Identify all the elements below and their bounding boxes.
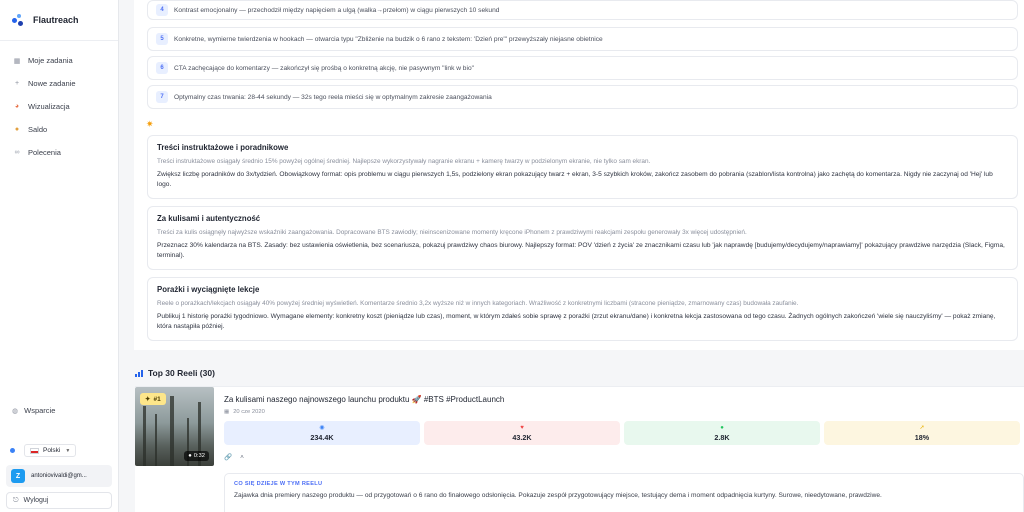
sidebar-item-label: Saldo <box>28 125 48 134</box>
engagement-stat: ➚ 18% <box>824 421 1020 445</box>
insight-number: 5 <box>156 33 168 45</box>
sidebar-item-referrals[interactable]: ∞ Polecenia <box>0 141 118 164</box>
sidebar-item-visualization[interactable]: ◕ Wizualizacja <box>0 95 118 118</box>
engagement-icon: ➚ <box>919 425 925 431</box>
app-name: Flautreach <box>33 15 79 25</box>
likes-value: 43.2K <box>512 432 532 442</box>
analysis-label: CO SIĘ DZIEJE W TYM REELU <box>234 481 323 487</box>
reel-date-label: 20 cze 2020 <box>233 409 265 415</box>
user-card[interactable]: Z antoniovivaldi@gm... <box>6 465 112 487</box>
sidebar-item-label: Nowe zadanie <box>28 79 76 88</box>
category-card: Treści instruktażowe i poradnikowe Treśc… <box>147 135 1018 199</box>
reel-analysis: CO SIĘ DZIEJE W TYM REELU Zajawka dnia p… <box>224 473 1024 512</box>
reel-title: Za kulisami naszego najnowszego launchu … <box>224 395 505 404</box>
visualization-icon: ◕ <box>14 103 20 110</box>
insight-text: Konkretne, wymierne twierdzenia w hookac… <box>174 35 603 43</box>
reel-actions: 🔗 ˄ <box>224 453 252 462</box>
link-icon: ∞ <box>14 149 20 156</box>
support-label: Wsparcie <box>24 406 56 415</box>
duration-label: 0:32 <box>193 453 205 459</box>
sidebar-item-tasks[interactable]: ▦ Moje zadania <box>0 49 118 72</box>
category-description: Treści instruktażowe osiągały średnio 15… <box>157 158 651 165</box>
insight-number: 4 <box>156 4 168 16</box>
top-reels-title: Top 30 Reeli (30) <box>148 368 215 378</box>
insight-text: CTA zachęcające do komentarzy — zakończy… <box>174 64 474 72</box>
category-description: Reele o porażkach/lekcjach osiągały 40% … <box>157 300 799 307</box>
avatar: Z <box>11 469 25 483</box>
sidebar-item-label: Moje zadania <box>28 56 73 65</box>
sidebar-item-balance[interactable]: ● Saldo <box>0 118 118 141</box>
likes-stat: ♥ 43.2K <box>424 421 620 445</box>
logo-icon <box>12 14 24 26</box>
insight-text: Optymalny czas trwania: 28-44 sekundy — … <box>174 93 492 101</box>
category-recommendation: Zwiększ liczbę poradników do 3x/tydzień.… <box>157 171 993 188</box>
insight-item: 5 Konkretne, wymierne twierdzenia w hook… <box>147 27 1018 51</box>
views-value: 234.4K <box>310 433 334 442</box>
play-icon: ● <box>188 453 192 459</box>
category-recommendation: Przeznacz 30% kalendarza na BTS. Zasady:… <box>157 242 1005 259</box>
insight-number: 7 <box>156 91 168 103</box>
sidebar: Flautreach ▦ Moje zadania + Nowe zadanie… <box>0 0 119 512</box>
language-row: Polski ▼ <box>10 444 77 457</box>
sidebar-item-new-task[interactable]: + Nowe zadanie <box>0 72 118 95</box>
rank-badge: ✦ #1 <box>140 393 166 405</box>
category-recommendation: Publikuj 1 historię porażki tygodniowo. … <box>157 313 996 330</box>
reel-thumbnail[interactable]: ✦ #1 ● 0:32 <box>135 387 214 466</box>
home-icon: ▦ <box>13 57 21 65</box>
chat-bubble-icon: ◍ <box>12 407 19 415</box>
sidebar-item-label: Polecenia <box>28 148 61 157</box>
insight-item: 4 Kontrast emocjonalny — przechodził mię… <box>147 0 1018 20</box>
analysis-text: Zajawka dnia premiery naszego produktu —… <box>234 492 882 499</box>
heart-icon: ♥ <box>520 424 524 431</box>
language-select[interactable]: Polski ▼ <box>24 444 77 457</box>
insight-item: 7 Optymalny czas trwania: 28-44 sekundy … <box>147 85 1018 109</box>
insight-item: 6 CTA zachęcające do komentarzy — zakońc… <box>147 56 1018 80</box>
chevron-down-icon: ▼ <box>65 447 71 454</box>
rank-label: #1 <box>153 395 161 403</box>
user-email: antoniovivaldi@gm... <box>31 473 87 479</box>
language-label: Polski <box>43 447 61 454</box>
category-title: Treści instruktażowe i poradnikowe <box>157 143 289 152</box>
sidebar-item-label: Wizualizacja <box>28 102 70 111</box>
category-title: Porażki i wyciągnięte lekcje <box>157 285 260 294</box>
logout-icon: ⎋ <box>13 496 19 504</box>
sparkle-icon: ✷ <box>146 119 154 129</box>
sidebar-divider <box>0 40 118 41</box>
link-icon[interactable]: 🔗 <box>224 453 232 461</box>
comment-icon: ● <box>720 424 724 431</box>
reel-date: ▦ 20 cze 2020 <box>224 409 265 415</box>
eye-icon: ◉ <box>319 425 325 431</box>
views-stat: ◉ 234.4K <box>224 421 420 445</box>
top-reels-heading: Top 30 Reeli (30) <box>135 368 215 378</box>
poland-flag-icon <box>30 447 39 454</box>
engagement-value: 18% <box>914 433 930 442</box>
calendar-icon: ▦ <box>224 409 230 415</box>
category-description: Treści za kulis osiągnęły najwyższe wska… <box>157 229 747 236</box>
insight-text: Kontrast emocjonalny — przechodził międz… <box>174 6 500 14</box>
support-link[interactable]: ◍ Wsparcie <box>12 406 55 415</box>
comments-value: 2.8K <box>714 432 730 442</box>
logout-button[interactable]: ⎋ Wyloguj <box>6 492 112 509</box>
wallet-icon: ● <box>14 126 20 133</box>
plus-icon: + <box>14 80 20 87</box>
app-logo[interactable]: Flautreach <box>12 12 79 28</box>
reel-card: ✦ #1 ● 0:32 Za kulisami naszego najnowsz… <box>135 386 1024 512</box>
logout-label: Wyloguj <box>23 497 49 504</box>
chevron-up-icon[interactable]: ˄ <box>240 454 244 461</box>
category-card: Za kulisami i autentyczność Treści za ku… <box>147 206 1018 270</box>
duration-badge: ● 0:32 <box>184 451 209 461</box>
sidebar-nav: ▦ Moje zadania + Nowe zadanie ◕ Wizualiz… <box>0 49 118 164</box>
bar-chart-icon <box>135 369 143 377</box>
trophy-icon: ✦ <box>145 396 151 403</box>
category-title: Za kulisami i autentyczność <box>157 214 261 223</box>
status-dot <box>10 448 15 453</box>
insight-number: 6 <box>156 62 168 74</box>
category-card: Porażki i wyciągnięte lekcje Reele o por… <box>147 277 1018 341</box>
comments-stat: ● 2.8K <box>624 421 820 445</box>
